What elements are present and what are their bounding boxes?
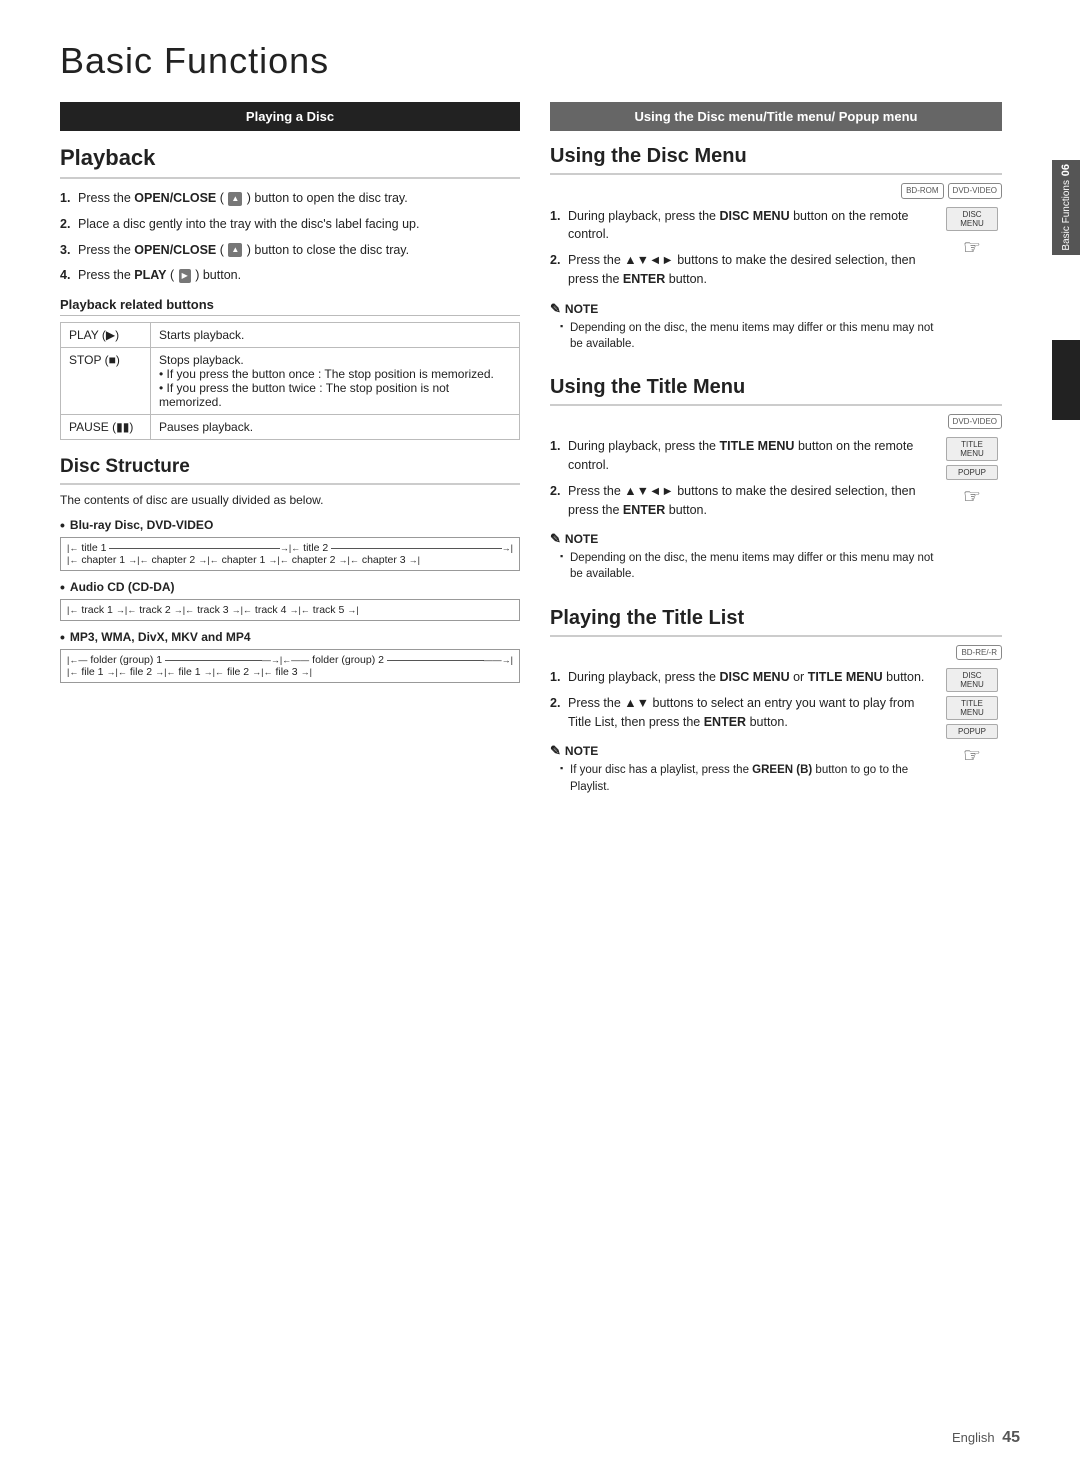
playing-title-list-title: Playing the Title List — [550, 607, 1002, 637]
bluray-row-2: |← chapter 1 →|← chapter 2 →|← chapter 1… — [67, 554, 513, 566]
right-section-header: Using the Disc menu/Title menu/ Popup me… — [550, 102, 1002, 131]
open-close-icon-1: ▲ — [228, 192, 242, 206]
language-label: English — [952, 1430, 995, 1445]
chapter-label: Basic Functions — [1061, 180, 1072, 251]
title-list-note-item: If your disc has a playlist, press the G… — [560, 762, 934, 794]
disc-menu-title: Using the Disc Menu — [550, 145, 1002, 175]
title-menu-note-title: NOTE — [550, 531, 934, 547]
open-close-icon-2: ▲ — [228, 243, 242, 257]
title-list-note-title: NOTE — [550, 743, 934, 759]
page-footer: English 45 — [952, 1429, 1020, 1447]
title-menu-icons: DVD-VIDEO — [550, 414, 1002, 430]
mp3-row-1: |←— folder (group) 1 —→|←—— folder (grou… — [67, 654, 513, 666]
bluray-diagram: |← title 1 →|← title 2 →| |← chapter 1 →… — [60, 537, 520, 571]
playback-steps: 1. Press the OPEN/CLOSE ( ▲ ) button to … — [60, 189, 520, 285]
title-list-buttons: DISC MENU TITLE MENU POPUP ☞ — [942, 668, 1002, 802]
pause-value: Pauses playback. — [151, 415, 520, 440]
disc-menu-icons: BD-ROM DVD-VIDEO — [550, 183, 1002, 199]
title-menu-title: Using the Title Menu — [550, 376, 1002, 406]
bd-re-r-icon: BD-RE/-R — [956, 645, 1002, 661]
title-menu-note-item: Depending on the disc, the menu items ma… — [560, 550, 934, 582]
title-menu-steps: 1. During playback, press the TITLE MENU… — [550, 437, 934, 590]
right-header-text: Using the Disc menu/Title menu/ Popup me… — [635, 109, 918, 124]
disc-menu-button-img: DISC MENU — [946, 207, 998, 231]
title-list-content: 1. During playback, press the DISC MENU … — [550, 668, 1002, 802]
title-menu-buttons: TITLE MENU POPUP ☞ — [942, 437, 1002, 590]
title-menu-button-img: TITLE MENU — [946, 437, 998, 461]
stop-key: STOP (■) — [61, 348, 151, 415]
mp3-label: MP3, WMA, DivX, MKV and MP4 — [60, 629, 520, 645]
playback-step-3: 3. Press the OPEN/CLOSE ( ▲ ) button to … — [60, 241, 520, 260]
table-row: STOP (■) Stops playback. • If you press … — [61, 348, 520, 415]
right-column: Using the Disc menu/Title menu/ Popup me… — [550, 102, 1002, 803]
title-menu-button-img-2: TITLE MENU — [946, 696, 998, 720]
disc-structure-title: Disc Structure — [60, 456, 520, 485]
bd-rom-icon: BD-ROM — [901, 183, 943, 199]
title-menu-step-2: 2. Press the ▲▼◄► buttons to make the de… — [550, 482, 934, 520]
main-content: Basic Functions Playing a Disc Playback … — [0, 0, 1052, 1477]
disc-menu-buttons: DISC MENU ☞ — [942, 207, 1002, 360]
popup-button-img: POPUP — [946, 465, 998, 480]
page-title: Basic Functions — [60, 40, 1002, 82]
disc-menu-content: 1. During playback, press the DISC MENU … — [550, 207, 1002, 360]
audio-cd-row: |← track 1 →|← track 2 →|← track 3 →|← t… — [67, 604, 513, 616]
mp3-row-2: |← file 1 →|← file 2 →|← file 1 →|← file… — [67, 666, 513, 678]
playing-title-list-section: Playing the Title List BD-RE/-R 1. Durin… — [550, 607, 1002, 803]
disc-menu-step-1: 1. During playback, press the DISC MENU … — [550, 207, 934, 245]
play-key: PLAY (▶) — [61, 323, 151, 348]
hand-icon-1: ☞ — [963, 235, 981, 260]
title-menu-note: NOTE Depending on the disc, the menu ite… — [550, 531, 934, 582]
related-buttons-title: Playback related buttons — [60, 297, 520, 316]
playback-table: PLAY (▶) Starts playback. STOP (■) Stops… — [60, 322, 520, 440]
play-icon: ▶ — [179, 269, 191, 283]
disc-menu-button-img-2: DISC MENU — [946, 668, 998, 692]
title-list-icons: BD-RE/-R — [550, 645, 1002, 661]
hand-icon-3: ☞ — [963, 743, 981, 768]
table-row: PAUSE (▮▮) Pauses playback. — [61, 415, 520, 440]
disc-structure-desc: The contents of disc are usually divided… — [60, 493, 520, 507]
disc-menu-steps: 1. During playback, press the DISC MENU … — [550, 207, 934, 360]
playback-step-2: 2. Place a disc gently into the tray wit… — [60, 215, 520, 234]
side-black-bar — [1052, 340, 1080, 420]
disc-menu-step-2: 2. Press the ▲▼◄► buttons to make the de… — [550, 251, 934, 289]
disc-structure-section: Disc Structure The contents of disc are … — [60, 456, 520, 683]
table-row: PLAY (▶) Starts playback. — [61, 323, 520, 348]
playback-step-1: 1. Press the OPEN/CLOSE ( ▲ ) button to … — [60, 189, 520, 208]
dvd-video-icon-2: DVD-VIDEO — [948, 414, 1002, 430]
bluray-row-1: |← title 1 →|← title 2 →| — [67, 542, 513, 554]
title-list-note: NOTE If your disc has a playlist, press … — [550, 743, 934, 794]
playback-title: Playback — [60, 145, 520, 179]
title-menu-section: Using the Title Menu DVD-VIDEO 1. During… — [550, 376, 1002, 591]
dvd-video-icon-1: DVD-VIDEO — [948, 183, 1002, 199]
hand-icon-2: ☞ — [963, 484, 981, 509]
playback-step-4: 4. Press the PLAY ( ▶ ) button. — [60, 266, 520, 285]
stop-value: Stops playback. • If you press the butto… — [151, 348, 520, 415]
audio-cd-label: Audio CD (CD-DA) — [60, 579, 520, 595]
title-list-steps: 1. During playback, press the DISC MENU … — [550, 668, 934, 802]
left-column: Playing a Disc Playback 1. Press the OPE… — [60, 102, 520, 803]
chapter-number: 06 — [1060, 164, 1072, 176]
page-wrapper: 06 Basic Functions Basic Functions Playi… — [0, 0, 1080, 1477]
popup-button-img-2: POPUP — [946, 724, 998, 739]
play-value: Starts playback. — [151, 323, 520, 348]
page-number: 45 — [1002, 1429, 1020, 1446]
two-column-layout: Playing a Disc Playback 1. Press the OPE… — [60, 102, 1002, 803]
pause-key: PAUSE (▮▮) — [61, 415, 151, 440]
disc-menu-note: NOTE Depending on the disc, the menu ite… — [550, 301, 934, 352]
title-menu-content: 1. During playback, press the TITLE MENU… — [550, 437, 1002, 590]
bluray-label: Blu-ray Disc, DVD-VIDEO — [60, 517, 520, 533]
audio-cd-diagram: |← track 1 →|← track 2 →|← track 3 →|← t… — [60, 599, 520, 621]
side-tab: 06 Basic Functions — [1052, 160, 1080, 255]
mp3-diagram: |←— folder (group) 1 —→|←—— folder (grou… — [60, 649, 520, 683]
disc-menu-note-title: NOTE — [550, 301, 934, 317]
title-menu-step-1: 1. During playback, press the TITLE MENU… — [550, 437, 934, 475]
disc-menu-note-item: Depending on the disc, the menu items ma… — [560, 320, 934, 352]
left-section-header: Playing a Disc — [60, 102, 520, 131]
title-list-step-1: 1. During playback, press the DISC MENU … — [550, 668, 934, 687]
title-list-step-2: 2. Press the ▲▼ buttons to select an ent… — [550, 694, 934, 732]
disc-menu-section: BD-ROM DVD-VIDEO 1. During playback, pre… — [550, 183, 1002, 360]
